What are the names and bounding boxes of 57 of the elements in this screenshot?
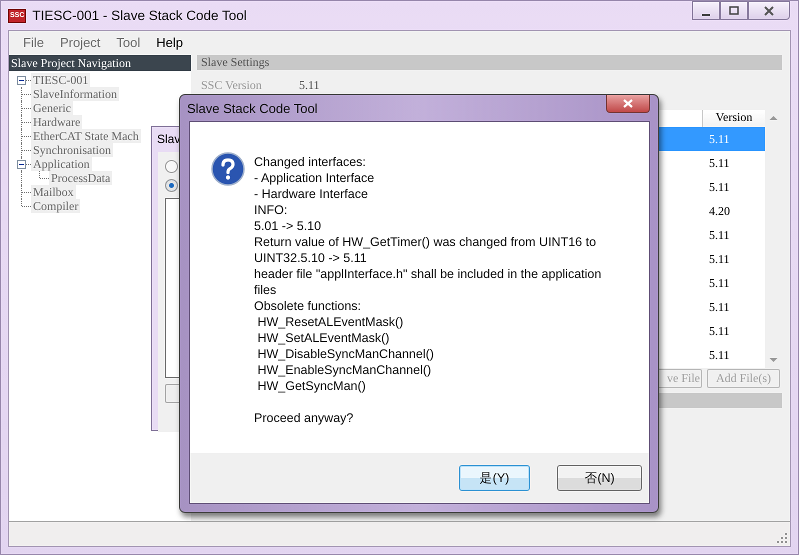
question-icon [211,152,245,186]
dialog-title: Slav [156,131,182,148]
collapse-icon[interactable] [17,160,26,169]
close-button[interactable] [748,1,790,20]
message-line: INFO: [254,202,288,218]
resize-grip-icon[interactable] [777,533,787,543]
dialog-button[interactable]: 是(Y) [459,465,530,491]
tree-item[interactable]: TIESC-001 [31,73,90,87]
radio-button[interactable] [165,179,178,192]
menu-item[interactable]: Help [148,34,192,50]
minimize-icon [702,14,710,16]
table-cell-text: 5.11 [709,252,731,266]
message-line: header file "applInterface.h" shall be included in the application [254,266,602,282]
message-line: Return value of HW_GetTimer() was changed from UINT16 to [254,234,598,250]
collapse-icon[interactable] [17,76,26,85]
table-cell-text: 5.11 [709,132,731,146]
tree-item[interactable]: SlaveInformation [31,87,119,101]
message-line: HW_SetALEventMask() [256,330,390,346]
message-line: UINT32.5.10 -> 5.11 [254,250,368,266]
message-line: - Application Interface [254,170,376,186]
window-title: TIESC-001 - Slave Stack Code Tool [32,8,247,23]
message-line: - Hardware Interface [254,186,369,202]
tree-item[interactable]: Synchronisation [31,143,113,157]
message-line: Changed interfaces: [254,154,367,170]
dialog-title: Slave Stack Code Tool [187,100,318,116]
field-label: SSC Version [201,78,263,94]
dialog-button[interactable]: 否(N) [557,465,642,491]
close-button[interactable] [606,95,650,113]
close-icon [763,6,775,16]
table-cell-text: 5.11 [709,180,731,194]
tree-item[interactable]: Generic [31,101,73,115]
message-line: HW_EnableSyncManChannel() [256,362,432,378]
tree-item[interactable]: EtherCAT State Mach [31,129,141,143]
radio-button[interactable] [165,160,178,173]
maximize-button[interactable] [720,1,748,20]
message-line: HW_ResetALEventMask() [256,314,404,330]
panel-header: Slave Settings [197,55,782,70]
message-line: HW_DisableSyncManChannel() [256,346,435,362]
tree-item[interactable]: Compiler [31,199,80,213]
message-line: HW_GetSyncMan() [256,378,367,394]
table-cell-text: 4.20 [709,204,731,218]
table-cell-text: 5.11 [709,156,731,170]
message-line: files [254,282,278,298]
field-value: 5.11 [299,78,320,94]
minimize-button[interactable] [692,1,720,20]
close-icon [622,99,634,108]
tree-item[interactable]: Mailbox [31,185,76,199]
message-line: 5.01 -> 5.10 [254,218,322,234]
table-cell-text: 5.11 [709,300,731,314]
tree-item[interactable]: Application [31,157,92,171]
message-line: Obsolete functions: [254,298,362,314]
question-text: Proceed anyway? [254,410,354,426]
maximize-icon [729,6,739,16]
column-header[interactable]: Version [702,110,765,127]
panel-header: Slave Project Navigation [9,55,191,71]
tree-item[interactable]: ProcessData [49,171,112,185]
tree-item[interactable]: Hardware [31,115,82,129]
